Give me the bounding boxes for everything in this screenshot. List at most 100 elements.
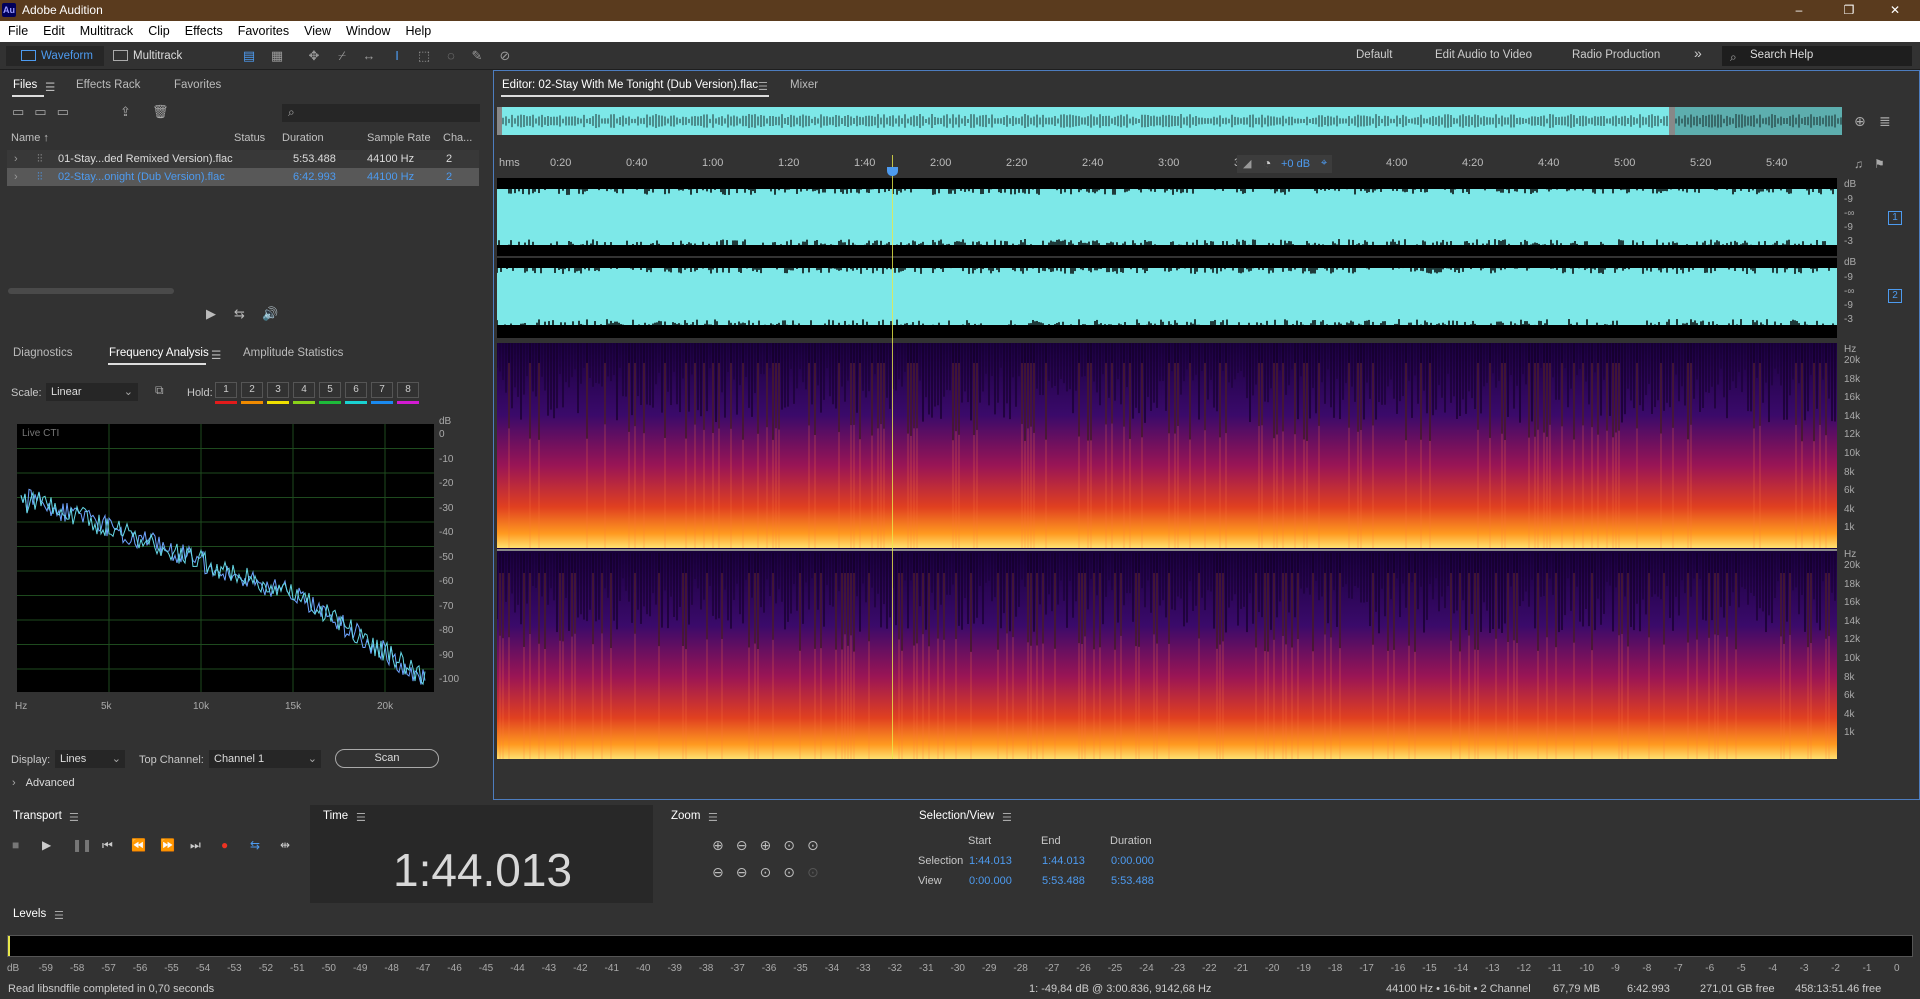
hold-button-4[interactable]: 4 xyxy=(293,382,315,398)
zoom-in-left-icon[interactable]: ⊙ xyxy=(807,837,831,853)
time-menu-icon[interactable]: ☰ xyxy=(356,811,366,824)
zoom-in-right-icon[interactable]: ⊙ xyxy=(759,864,783,880)
skip-start-icon[interactable]: ⏮ xyxy=(102,838,113,853)
menu-file[interactable]: File xyxy=(0,21,35,38)
pause-icon[interactable]: ❚❚ xyxy=(72,838,92,852)
zoom-out-full-icon[interactable]: ⊖ xyxy=(736,864,760,880)
view-end[interactable]: 5:53.488 xyxy=(1042,875,1085,887)
zoom-to-selection-icon[interactable]: ⊙ xyxy=(783,837,807,853)
tab-frequency-analysis[interactable]: Frequency Analysis xyxy=(109,347,209,359)
freeze-graph-icon[interactable]: ⧉ xyxy=(155,383,164,398)
tab-files[interactable]: Files xyxy=(13,79,37,91)
open-file-icon[interactable]: ▭ xyxy=(12,104,34,119)
tab-diagnostics[interactable]: Diagnostics xyxy=(13,347,72,359)
transport-menu-icon[interactable]: ☰ xyxy=(69,811,79,824)
editor-tab[interactable]: Editor: 02-Stay With Me Tonight (Dub Ver… xyxy=(502,79,758,91)
workspace-edit-audio-video[interactable]: Edit Audio to Video xyxy=(1435,49,1532,61)
gain-value[interactable]: +0 dB xyxy=(1281,158,1310,170)
col-name[interactable]: Name ↑ xyxy=(11,132,49,144)
files-menu-icon[interactable]: ☰ xyxy=(45,80,55,94)
marker-icon[interactable]: ⚑ xyxy=(1874,157,1885,171)
import-file-icon[interactable]: ▭ xyxy=(34,104,56,119)
menu-window[interactable]: Window xyxy=(338,21,397,38)
time-ruler[interactable]: hms 0:20 0:40 1:00 1:20 1:40 2:00 2:20 2:40 3:00… xyxy=(497,155,1837,173)
skip-selection-icon[interactable]: ⇹ xyxy=(280,838,290,852)
brush-tool-icon[interactable]: ✎ xyxy=(468,48,486,64)
slip-tool-icon[interactable]: ↔ xyxy=(360,48,378,64)
advanced-toggle[interactable]: › Advanced xyxy=(12,777,75,789)
playhead[interactable] xyxy=(892,155,893,759)
more-workspaces-button[interactable]: » xyxy=(1694,45,1702,61)
spectral-pitch-icon[interactable]: ▦ xyxy=(268,48,286,64)
skip-end-icon[interactable]: ⏭ xyxy=(190,838,201,853)
hold-button-7[interactable]: 7 xyxy=(371,382,393,398)
view-duration[interactable]: 5:53.488 xyxy=(1111,875,1154,887)
headphones-icon[interactable]: ♫ xyxy=(1854,157,1863,171)
autoplay-icon[interactable]: 🔊 xyxy=(262,306,278,322)
col-status[interactable]: Status xyxy=(234,132,265,144)
col-duration[interactable]: Duration xyxy=(282,132,324,144)
record-icon[interactable]: ● xyxy=(221,838,228,852)
menu-effects[interactable]: Effects xyxy=(177,21,230,38)
col-sample-rate[interactable]: Sample Rate xyxy=(367,132,431,144)
hold-button-5[interactable]: 5 xyxy=(319,382,341,398)
hold-button-8[interactable]: 8 xyxy=(397,382,419,398)
hold-button-1[interactable]: 1 xyxy=(215,382,237,398)
razor-tool-icon[interactable]: ⌿ xyxy=(333,48,351,64)
zoom-in-out-icon[interactable]: ⊕ xyxy=(1854,113,1866,130)
minimize-button[interactable]: – xyxy=(1776,0,1822,21)
freq-menu-icon[interactable]: ☰ xyxy=(211,348,221,362)
tab-effects-rack[interactable]: Effects Rack xyxy=(76,79,140,91)
playhead-handle[interactable] xyxy=(887,167,898,176)
expand-icon[interactable]: › xyxy=(14,153,18,165)
selection-duration[interactable]: 0:00.000 xyxy=(1111,855,1154,867)
tab-amplitude-statistics[interactable]: Amplitude Statistics xyxy=(243,347,343,359)
play-icon[interactable]: ▶ xyxy=(42,838,51,852)
mixer-tab[interactable]: Mixer xyxy=(790,79,818,91)
overview-waveform[interactable] xyxy=(496,107,1842,135)
waveform-display[interactable] xyxy=(496,178,1837,338)
search-help-input[interactable]: Search Help xyxy=(1722,46,1912,66)
spectral-display-icon[interactable]: ▤ xyxy=(240,48,258,64)
time-selection-tool-icon[interactable]: I xyxy=(388,48,406,64)
hold-button-3[interactable]: 3 xyxy=(267,382,289,398)
multitrack-button[interactable]: Multitrack xyxy=(111,47,182,65)
play-preview-icon[interactable]: ▶ xyxy=(206,306,216,322)
menu-favorites[interactable]: Favorites xyxy=(230,21,296,38)
zoom-menu-icon[interactable]: ☰ xyxy=(708,811,718,824)
volume-knob-icon[interactable]: ◔ xyxy=(1263,155,1271,171)
trash-icon[interactable]: 🗑 xyxy=(152,104,169,120)
tab-favorites[interactable]: Favorites xyxy=(174,79,221,91)
channel-1-badge[interactable]: 1 xyxy=(1888,211,1902,225)
move-tool-icon[interactable]: ✥ xyxy=(305,48,323,64)
scan-button[interactable]: Scan xyxy=(335,749,439,768)
maximize-button[interactable]: ❐ xyxy=(1826,0,1872,21)
menu-edit[interactable]: Edit xyxy=(35,21,72,38)
selection-end[interactable]: 1:44.013 xyxy=(1042,855,1085,867)
stop-icon[interactable]: ■ xyxy=(12,838,19,852)
file-row[interactable]: › ⫶⫶ 01-Stay...ded Remixed Version).flac… xyxy=(7,150,479,168)
time-display[interactable]: 1:44.013 xyxy=(393,843,572,897)
hold-button-2[interactable]: 2 xyxy=(241,382,263,398)
workspace-radio-production[interactable]: Radio Production xyxy=(1572,49,1660,61)
file-search-input[interactable] xyxy=(282,104,480,122)
spot-healing-icon[interactable]: ⊘ xyxy=(496,48,514,64)
zoom-in-amplitude-icon[interactable]: ⊕ xyxy=(712,837,736,853)
menu-help[interactable]: Help xyxy=(397,21,438,38)
file-row-selected[interactable]: › ⫶⫶ 02-Stay...onight (Dub Version).flac… xyxy=(7,168,479,186)
editor-menu-icon[interactable]: ☰ xyxy=(758,80,768,93)
hold-button-6[interactable]: 6 xyxy=(345,382,367,398)
top-channel-dropdown[interactable]: Channel 1 ⌄ xyxy=(209,750,321,768)
fast-forward-icon[interactable]: ⏩ xyxy=(160,838,175,852)
loop-preview-icon[interactable]: ⇆ xyxy=(234,306,245,322)
panel-options-icon[interactable]: ≣ xyxy=(1879,113,1891,130)
zoom-out-amplitude-icon[interactable]: ⊖ xyxy=(736,837,760,853)
pin-icon[interactable]: ⌖ xyxy=(1321,157,1327,170)
menu-view[interactable]: View xyxy=(296,21,338,38)
display-dropdown[interactable]: Lines ⌄ xyxy=(55,750,125,768)
expand-icon[interactable]: › xyxy=(14,171,18,183)
marquee-tool-icon[interactable]: ⬚ xyxy=(415,48,433,64)
loop-icon[interactable]: ⇆ xyxy=(250,838,260,852)
new-file-icon[interactable]: ▭ xyxy=(57,104,79,119)
menu-clip[interactable]: Clip xyxy=(140,21,177,38)
